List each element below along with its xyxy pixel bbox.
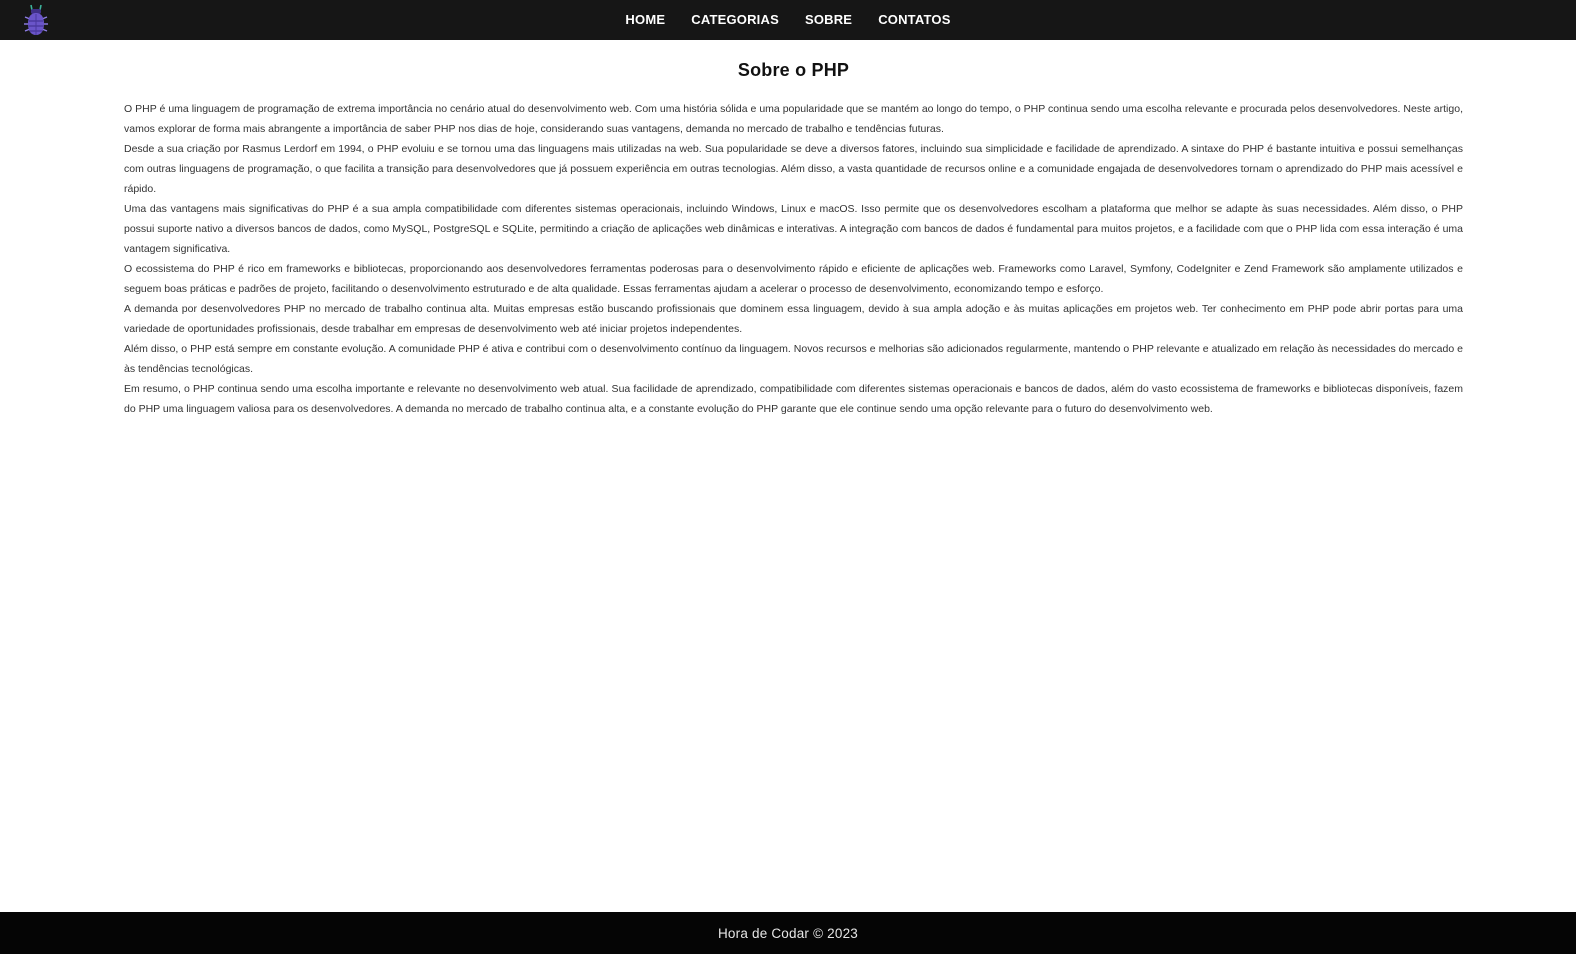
nav-item: SOBRE <box>805 11 852 29</box>
page: HOME CATEGORIAS SOBRE CONTATOS Sobre o P… <box>0 0 1576 959</box>
nav-link-sobre[interactable]: SOBRE <box>805 12 852 27</box>
nav-item: CATEGORIAS <box>691 11 779 29</box>
nav-item: HOME <box>625 11 665 29</box>
nav-link-contatos[interactable]: CONTATOS <box>878 12 950 27</box>
navbar: HOME CATEGORIAS SOBRE CONTATOS <box>0 0 1576 40</box>
footer-copyright: Hora de Codar © 2023 <box>717 925 859 941</box>
article-paragraph: Além disso, o PHP está sempre em constan… <box>124 343 1463 375</box>
main-content: Sobre o PHP O PHP é uma linguagem de pro… <box>0 40 1576 912</box>
nav-menu: HOME CATEGORIAS SOBRE CONTATOS <box>0 0 1576 44</box>
article-paragraph: A demanda por desenvolvedores PHP no mer… <box>124 303 1463 335</box>
page-title: Sobre o PHP <box>737 60 850 80</box>
article-paragraph: Desde a sua criação por Rasmus Lerdorf e… <box>124 143 1463 195</box>
article-paragraph: O ecossistema do PHP é rico em framework… <box>124 263 1463 295</box>
footer: Hora de Codar © 2023 <box>0 912 1576 954</box>
nav-link-home[interactable]: HOME <box>625 12 665 27</box>
nav-item: CONTATOS <box>878 11 950 29</box>
article-paragraph: O PHP é uma linguagem de programação de … <box>124 103 1463 135</box>
article-paragraph: Em resumo, o PHP continua sendo uma esco… <box>124 383 1463 415</box>
nav-link-categorias[interactable]: CATEGORIAS <box>691 12 779 27</box>
article-paragraph: Uma das vantagens mais significativas do… <box>124 203 1463 255</box>
